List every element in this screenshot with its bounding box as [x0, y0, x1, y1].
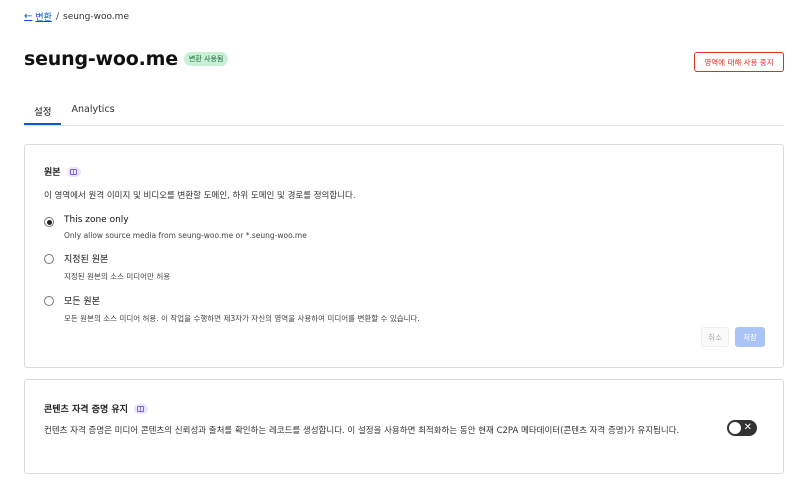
tab-analytics[interactable]: Analytics	[61, 98, 124, 125]
breadcrumb-back-link[interactable]: ← 변환	[24, 10, 52, 23]
radio-label: 지정된 원본	[64, 255, 109, 265]
tab-bar: 설정 Analytics	[24, 98, 784, 126]
origins-card-header: 원본	[44, 165, 783, 178]
origin-radio-group: This zone only Only allow source media f…	[44, 215, 783, 324]
radio-button[interactable]	[44, 217, 54, 227]
doc-icon[interactable]	[66, 166, 81, 177]
disable-zone-button[interactable]: 영역에 대해 사용 중지	[694, 52, 784, 72]
origins-card-actions: 취소 저장	[701, 327, 765, 347]
credentials-card-title: 콘텐츠 자격 증명 유지	[44, 405, 128, 415]
save-button[interactable]: 저장	[735, 327, 765, 347]
breadcrumb-current: seung-woo.me	[63, 11, 129, 22]
radio-sublabel: 지정된 원본의 소스 미디어만 허용	[64, 272, 171, 281]
breadcrumb-separator: /	[55, 11, 59, 22]
breadcrumb: ← 변환 / seung-woo.me	[24, 10, 129, 23]
page-title: seung-woo.me	[24, 48, 178, 70]
origins-card-description: 이 영역에서 원격 이미지 및 비디오를 변환할 도메인, 하위 도메인 및 경…	[44, 191, 356, 201]
doc-icon[interactable]	[133, 403, 148, 414]
tab-settings[interactable]: 설정	[24, 98, 62, 125]
title-row: seung-woo.me 변환 사용됨	[24, 48, 229, 70]
arrow-left-icon: ←	[24, 11, 33, 22]
radio-sublabel: 모든 원본의 소스 미디어 허용. 이 작업을 수행하면 제3자가 자신의 영역…	[64, 314, 420, 323]
radio-option-this-zone[interactable]: This zone only Only allow source media f…	[44, 215, 783, 240]
radio-label: This zone only	[64, 215, 129, 225]
credentials-card-header: 콘텐츠 자격 증명 유지	[44, 402, 783, 415]
radio-option-all-origins[interactable]: 모든 원본 모든 원본의 소스 미디어 허용. 이 작업을 수행하면 제3자가 …	[44, 294, 783, 324]
radio-label: 모든 원본	[64, 297, 100, 307]
close-icon: ✕	[743, 422, 752, 433]
origins-card: 원본 이 영역에서 원격 이미지 및 비디오를 변환할 도메인, 하위 도메인 …	[24, 144, 784, 368]
status-badge: 변환 사용됨	[183, 52, 229, 66]
radio-option-specified-origins[interactable]: 지정된 원본 지정된 원본의 소스 미디어만 허용	[44, 252, 783, 282]
toggle-knob	[729, 422, 741, 434]
content-credentials-toggle[interactable]: ✕	[727, 420, 757, 436]
origins-card-title: 원본	[44, 168, 61, 178]
credentials-card-description: 컨텐츠 자격 증명은 미디어 콘텐츠의 신뢰성과 출처를 확인하는 레코드를 생…	[44, 426, 680, 436]
radio-button[interactable]	[44, 296, 54, 306]
radio-sublabel: Only allow source media from seung-woo.m…	[64, 231, 307, 240]
radio-button[interactable]	[44, 254, 54, 264]
breadcrumb-back-label: 변환	[35, 13, 52, 23]
cancel-button[interactable]: 취소	[701, 327, 729, 347]
content-credentials-card: 콘텐츠 자격 증명 유지 컨텐츠 자격 증명은 미디어 콘텐츠의 신뢰성과 출처…	[24, 379, 784, 474]
